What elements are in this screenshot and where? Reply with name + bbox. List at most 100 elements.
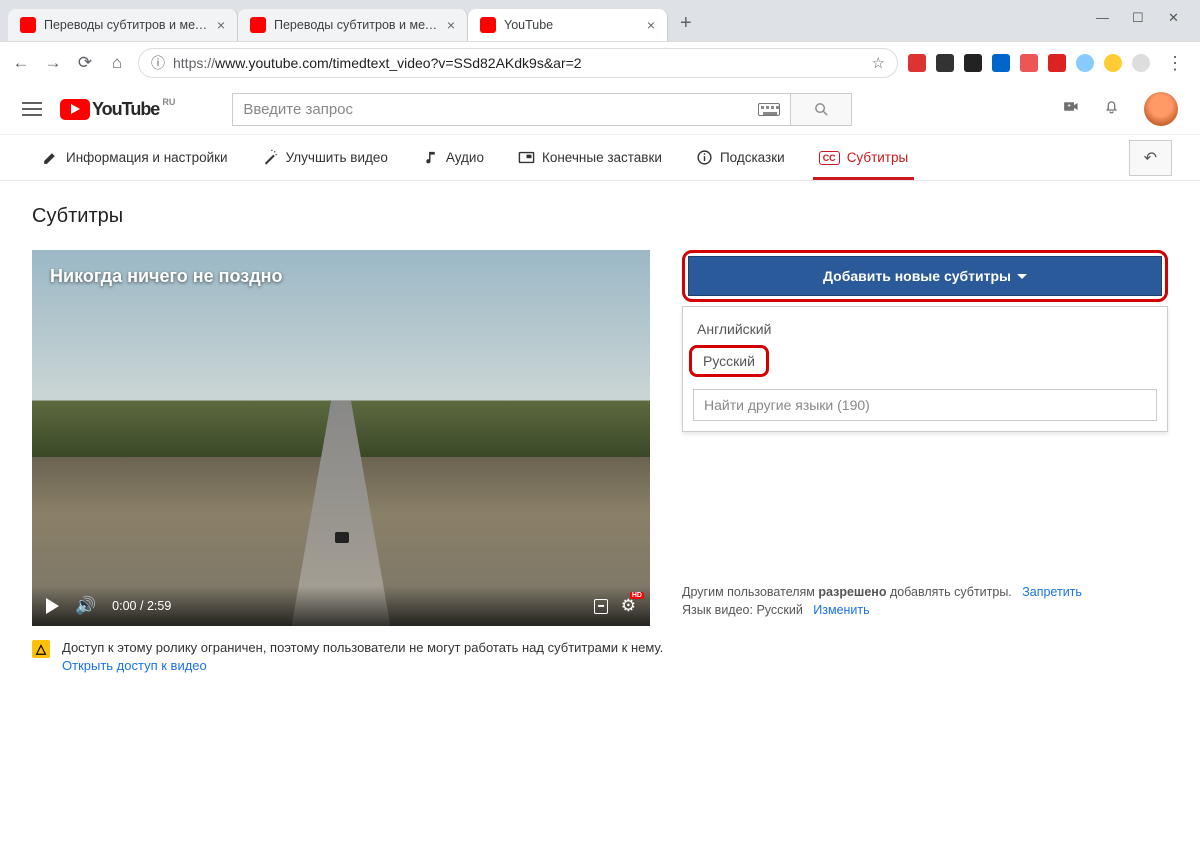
extension-icon[interactable] (992, 54, 1010, 72)
video-title-overlay: Никогда ничего не поздно (50, 266, 283, 287)
youtube-logo-icon (60, 99, 90, 120)
nav-reload-icon[interactable]: ⟳ (74, 52, 96, 74)
user-avatar[interactable] (1144, 92, 1178, 126)
extension-icon[interactable] (1020, 54, 1038, 72)
youtube-logo-text: YouTube (92, 99, 159, 120)
bookmark-star-icon[interactable]: ☆ (872, 54, 885, 72)
youtube-search: Введите запрос (232, 93, 852, 126)
info-icon (696, 149, 713, 166)
url-bar[interactable]: ⓘ https://www.youtube.com/timedtext_vide… (138, 48, 898, 78)
address-bar-row: ← → ⟳ ⌂ ⓘ https://www.youtube.com/timedt… (0, 41, 1200, 84)
extension-icon[interactable] (1048, 54, 1066, 72)
access-warning: △ Доступ к этому ролику ограничен, поэто… (32, 640, 1168, 673)
extension-icon[interactable] (1076, 54, 1094, 72)
url-text: https://www.youtube.com/timedtext_video?… (173, 55, 872, 71)
nav-home-icon[interactable]: ⌂ (106, 52, 128, 74)
warning-text: Доступ к этому ролику ограничен, поэтому… (62, 640, 663, 655)
language-option-english[interactable]: Английский (683, 315, 1167, 343)
tab-subtitles[interactable]: CC Субтитры (805, 136, 923, 179)
studio-tabs: Информация и настройки Улучшить видео Ау… (0, 135, 1200, 181)
keyboard-icon[interactable] (758, 103, 780, 116)
two-column-layout: Никогда ничего не поздно 🔊 0:00 / 2:59 ━… (32, 250, 1168, 626)
upload-icon[interactable] (1062, 98, 1079, 121)
add-subtitles-button[interactable]: Добавить новые субтитры (688, 256, 1162, 296)
add-subtitles-highlight: Добавить новые субтитры (682, 250, 1168, 302)
music-note-icon (422, 149, 439, 166)
cc-icon: CC (819, 151, 840, 165)
video-thumbnail (32, 250, 650, 626)
browser-tab-active[interactable]: YouTube × (468, 9, 668, 41)
player-time: 0:00 / 2:59 (112, 599, 171, 613)
extension-icon[interactable] (908, 54, 926, 72)
video-thumbnail-detail (335, 532, 349, 543)
youtube-header: YouTube RU Введите запрос (0, 84, 1200, 135)
tab-title: Переводы субтитров и метадан… (274, 18, 439, 32)
warning-icon: △ (32, 640, 50, 658)
subtitle-footer: Другим пользователям разрешено добавлять… (682, 583, 1168, 621)
caret-down-icon (1017, 274, 1027, 279)
change-language-link[interactable]: Изменить (813, 603, 869, 617)
header-right (1062, 92, 1178, 126)
captions-icon[interactable]: ━ (594, 599, 607, 614)
language-option-russian[interactable]: Русский (689, 345, 769, 377)
window-minimize[interactable]: — (1096, 10, 1110, 24)
open-access-link[interactable]: Открыть доступ к видео (62, 658, 663, 673)
content-area: Субтитры Никогда ничего не поздно 🔊 0:00… (0, 181, 1200, 697)
play-button-icon[interactable] (46, 598, 59, 614)
youtube-favicon (250, 17, 266, 33)
profile-icon[interactable] (1132, 54, 1150, 72)
search-placeholder: Введите запрос (243, 101, 353, 118)
browser-tab[interactable]: Переводы субтитров и метадан… × (238, 9, 468, 41)
player-controls: 🔊 0:00 / 2:59 ━ ⚙HD (32, 586, 650, 626)
language-search-placeholder: Найти другие языки (190) (704, 397, 870, 413)
language-dropdown: Английский Русский Найти другие языки (1… (682, 306, 1168, 432)
pencil-icon (42, 149, 59, 166)
warning-body: Доступ к этому ролику ограничен, поэтому… (62, 640, 663, 673)
youtube-region-label: RU (162, 97, 175, 107)
page-title: Субтитры (32, 205, 1168, 228)
new-tab-button[interactable]: + (668, 6, 704, 41)
window-close[interactable]: ✕ (1168, 10, 1182, 24)
youtube-favicon (480, 17, 496, 33)
search-input[interactable]: Введите запрос (232, 93, 790, 126)
youtube-favicon (20, 17, 36, 33)
browser-tab[interactable]: Переводы субтитров и метадан… × (8, 9, 238, 41)
tab-endscreens[interactable]: Конечные заставки (504, 135, 676, 180)
extension-icon[interactable] (936, 54, 954, 72)
endscreen-icon (518, 149, 535, 166)
extension-icon[interactable] (1104, 54, 1122, 72)
video-player[interactable]: Никогда ничего не поздно 🔊 0:00 / 2:59 ━… (32, 250, 650, 626)
tab-title: Переводы субтитров и метадан… (44, 18, 209, 32)
search-button[interactable] (790, 93, 852, 126)
extension-icon[interactable] (964, 54, 982, 72)
tab-close-icon[interactable]: × (217, 17, 225, 33)
nav-back-icon[interactable]: ← (10, 52, 32, 74)
extensions-tray (908, 54, 1150, 72)
tab-audio[interactable]: Аудио (408, 135, 498, 180)
tab-enhance[interactable]: Улучшить видео (248, 135, 402, 180)
nav-forward-icon[interactable]: → (42, 52, 64, 74)
disallow-link[interactable]: Запретить (1022, 585, 1082, 599)
window-controls: — ☐ ✕ (1096, 10, 1182, 24)
undo-button[interactable]: ↶ (1129, 140, 1172, 176)
window-maximize[interactable]: ☐ (1132, 10, 1146, 24)
tab-close-icon[interactable]: × (647, 17, 655, 33)
language-search-input[interactable]: Найти другие языки (190) (693, 389, 1157, 421)
site-info-icon[interactable]: ⓘ (151, 53, 165, 73)
browser-chrome: — ☐ ✕ Переводы субтитров и метадан… × Пе… (0, 0, 1200, 84)
notifications-icon[interactable] (1103, 98, 1120, 121)
tab-cards[interactable]: Подсказки (682, 135, 799, 180)
subtitle-panel: Добавить новые субтитры Английский Русск… (682, 250, 1168, 626)
volume-icon[interactable]: 🔊 (75, 596, 96, 616)
search-icon (813, 101, 830, 118)
menu-burger-icon[interactable] (22, 102, 42, 116)
tab-title: YouTube (504, 18, 639, 32)
tab-info-settings[interactable]: Информация и настройки (28, 135, 242, 180)
browser-menu-icon[interactable]: ⋮ (1160, 53, 1190, 74)
browser-tabs: Переводы субтитров и метадан… × Переводы… (0, 0, 1200, 41)
youtube-logo[interactable]: YouTube RU (60, 99, 174, 120)
tab-close-icon[interactable]: × (447, 17, 455, 33)
hd-badge: HD (630, 592, 644, 599)
wand-icon (262, 149, 279, 166)
settings-gear-icon[interactable]: ⚙HD (621, 596, 636, 616)
